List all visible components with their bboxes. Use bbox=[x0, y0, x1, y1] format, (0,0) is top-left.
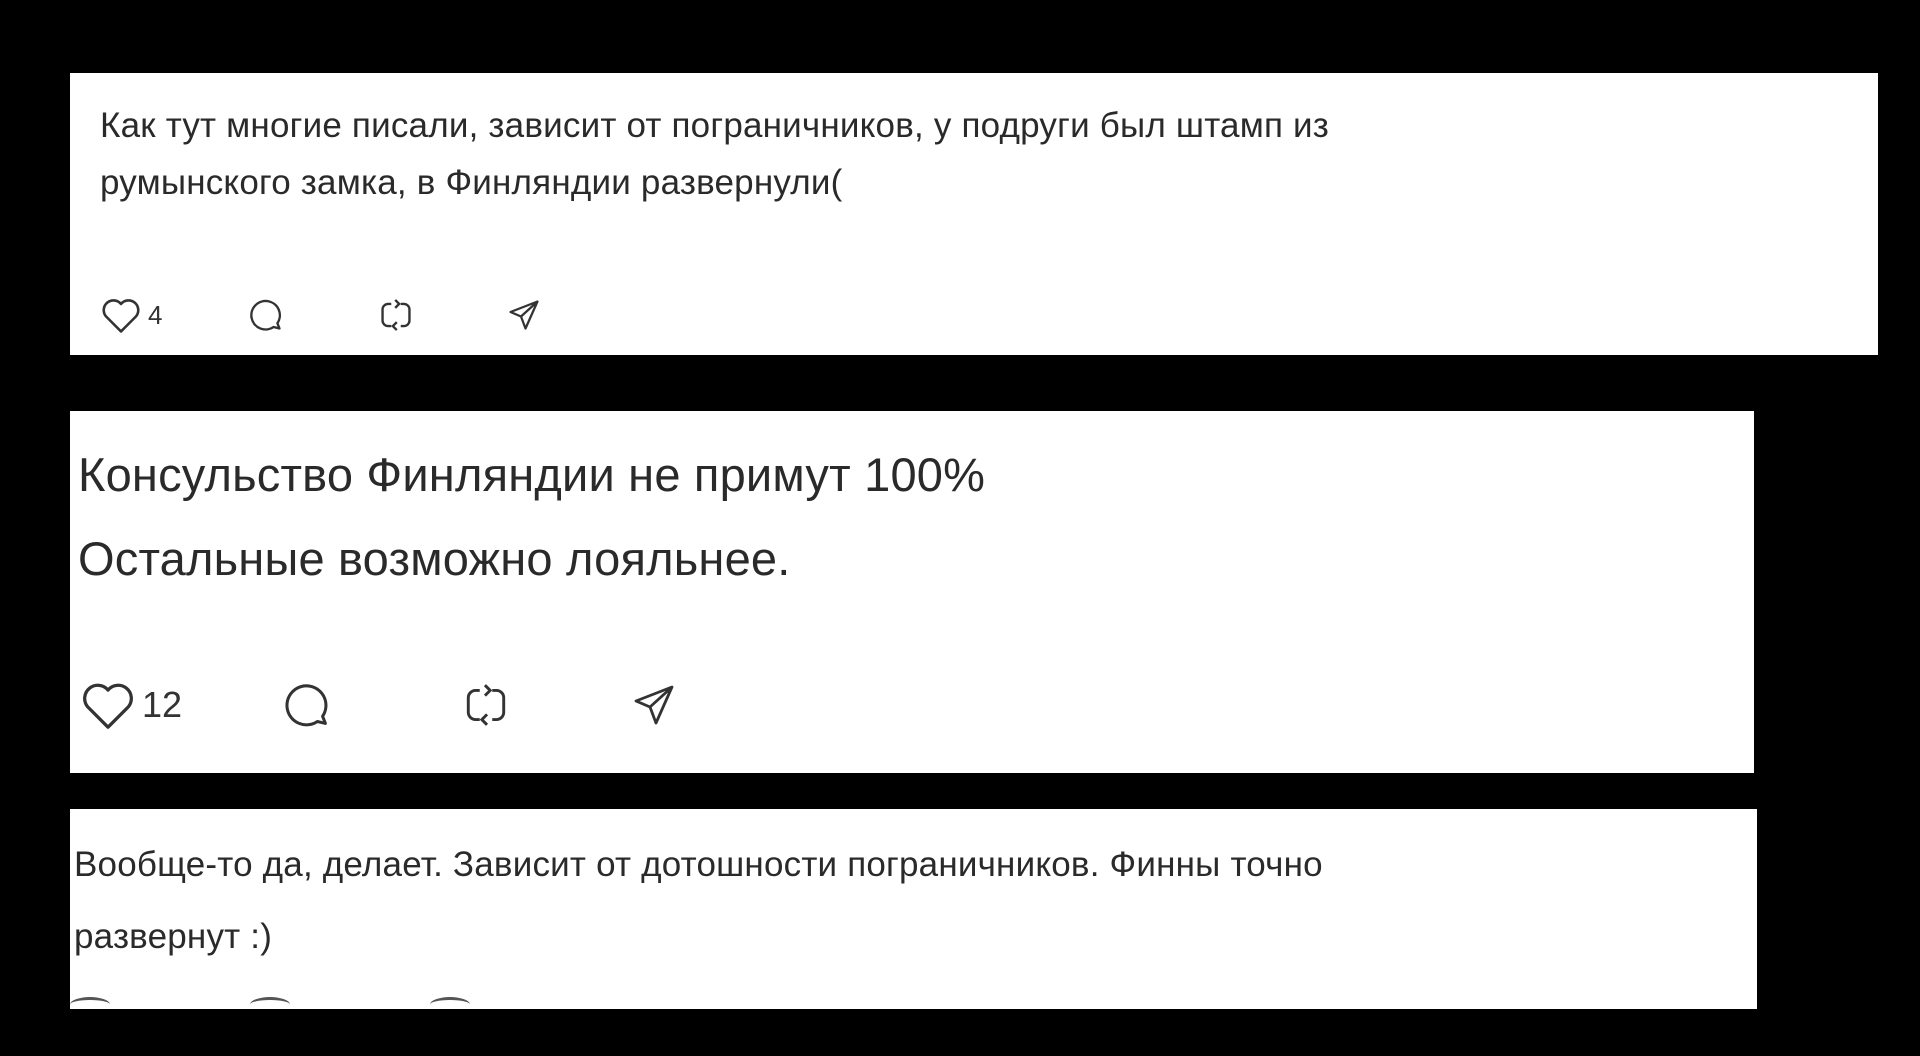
repost-button[interactable] bbox=[460, 680, 630, 730]
heart-icon bbox=[80, 679, 136, 731]
like-count: 12 bbox=[142, 684, 183, 725]
post-actions: 4 bbox=[100, 293, 542, 337]
repost-button[interactable] bbox=[376, 296, 506, 334]
repost-icon bbox=[376, 296, 416, 334]
comment-icon bbox=[246, 296, 286, 334]
like-count: 4 bbox=[148, 299, 163, 330]
post-text: Как тут многие писали, зависит от погран… bbox=[100, 106, 1330, 202]
post-card: Консульство Финляндии не примут 100% Ост… bbox=[70, 411, 1754, 773]
cropped-action-row bbox=[70, 997, 470, 1012]
post-card: Как тут многие писали, зависит от погран… bbox=[70, 73, 1878, 355]
cropped-icon bbox=[430, 997, 470, 1012]
like-button[interactable]: 12 bbox=[80, 679, 280, 731]
post-text: Вообще-то да, делает. Зависит от дотошно… bbox=[74, 845, 1323, 956]
cropped-icon bbox=[250, 997, 290, 1012]
cropped-icon bbox=[70, 997, 110, 1012]
share-button[interactable] bbox=[630, 681, 678, 729]
comment-button[interactable] bbox=[246, 296, 376, 334]
heart-icon bbox=[100, 296, 142, 334]
post-card: Вообще-то да, делает. Зависит от дотошно… bbox=[70, 809, 1757, 1009]
comment-icon bbox=[280, 679, 334, 731]
share-icon bbox=[506, 297, 542, 333]
share-button[interactable] bbox=[506, 297, 542, 333]
comment-button[interactable] bbox=[280, 679, 460, 731]
repost-icon bbox=[460, 680, 512, 730]
post-text: Консульство Финляндии не примут 100% Ост… bbox=[78, 448, 986, 585]
post-actions: 12 bbox=[80, 675, 678, 735]
like-button[interactable]: 4 bbox=[100, 296, 246, 334]
share-icon bbox=[630, 681, 678, 729]
